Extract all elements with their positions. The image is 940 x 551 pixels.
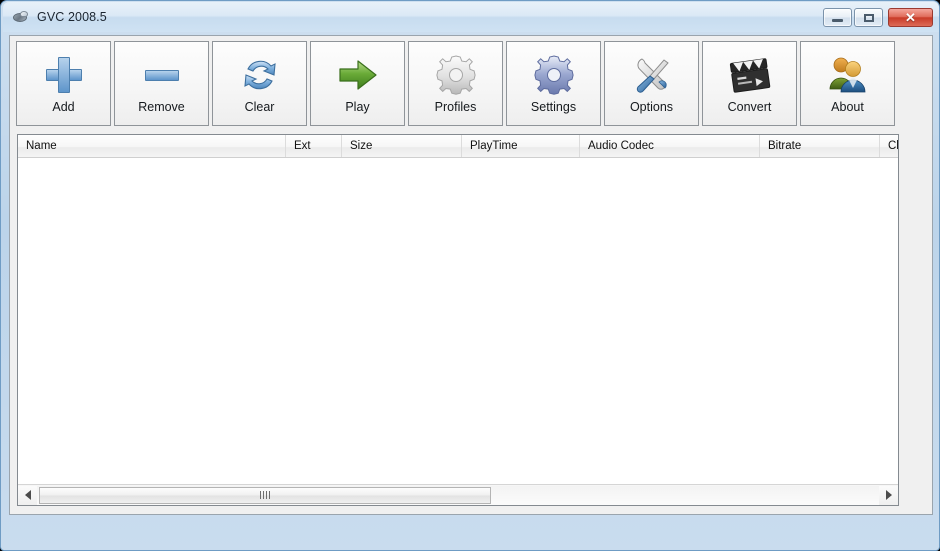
- play-button[interactable]: Play: [310, 41, 405, 126]
- scroll-left-button[interactable]: [18, 485, 37, 505]
- close-icon: ✕: [905, 10, 916, 25]
- options-button[interactable]: Options: [604, 41, 699, 126]
- add-button-label: Add: [52, 100, 75, 114]
- application-window: GVC 2008.5 ✕ Add Remove Clear Play Profi…: [0, 0, 940, 551]
- minimize-button[interactable]: [823, 8, 852, 27]
- remove-button[interactable]: Remove: [114, 41, 209, 126]
- wrench-screwdriver-icon: [629, 52, 675, 98]
- scroll-right-button[interactable]: [879, 485, 898, 505]
- list-header-row: Name Ext Size PlayTime Audio Codec Bitra…: [18, 135, 898, 158]
- play-button-label: Play: [345, 100, 370, 114]
- column-header-playtime[interactable]: PlayTime: [462, 135, 580, 157]
- scrollbar-track[interactable]: [37, 485, 879, 505]
- minimize-icon: [832, 18, 843, 22]
- about-button[interactable]: About: [800, 41, 895, 126]
- plus-icon: [41, 52, 87, 98]
- column-header-ext[interactable]: Ext: [286, 135, 342, 157]
- settings-button-label: Settings: [530, 100, 577, 114]
- clear-button[interactable]: Clear: [212, 41, 307, 126]
- triangle-left-icon: [24, 490, 31, 500]
- column-header-ch[interactable]: Ch: [880, 135, 898, 157]
- refresh-icon: [237, 52, 283, 98]
- close-button[interactable]: ✕: [888, 8, 933, 27]
- scrollbar-thumb[interactable]: [39, 486, 491, 504]
- list-body[interactable]: [18, 158, 898, 485]
- profiles-button[interactable]: Profiles: [408, 41, 503, 126]
- window-title: GVC 2008.5: [37, 10, 107, 24]
- add-button[interactable]: Add: [16, 41, 111, 126]
- profiles-button-label: Profiles: [434, 100, 477, 114]
- settings-button[interactable]: Settings: [506, 41, 601, 126]
- gear-gray-icon: [433, 52, 479, 98]
- about-button-label: About: [831, 100, 864, 114]
- client-area: Add Remove Clear Play Profiles Settings …: [9, 35, 933, 515]
- column-header-bitrate[interactable]: Bitrate: [760, 135, 880, 157]
- window-controls: ✕: [823, 8, 933, 27]
- clapperboard-icon: [727, 52, 773, 98]
- minus-icon: [139, 52, 185, 98]
- play-arrow-icon: [335, 52, 381, 98]
- toolbar: Add Remove Clear Play Profiles Settings …: [16, 41, 895, 126]
- horizontal-scrollbar[interactable]: [18, 484, 898, 505]
- camcorder-icon: [12, 9, 30, 25]
- convert-button-label: Convert: [727, 100, 772, 114]
- gear-blue-icon: [531, 52, 577, 98]
- column-header-audio-codec[interactable]: Audio Codec: [580, 135, 760, 157]
- maximize-icon: [863, 13, 874, 22]
- remove-button-label: Remove: [138, 100, 185, 114]
- clear-button-label: Clear: [244, 100, 275, 114]
- options-button-label: Options: [629, 100, 674, 114]
- column-header-name[interactable]: Name: [18, 135, 286, 157]
- maximize-button[interactable]: [854, 8, 883, 27]
- grip-icon: [260, 491, 270, 499]
- triangle-right-icon: [885, 490, 892, 500]
- column-header-size[interactable]: Size: [342, 135, 462, 157]
- convert-button[interactable]: Convert: [702, 41, 797, 126]
- people-icon: [825, 52, 871, 98]
- file-list-view[interactable]: Name Ext Size PlayTime Audio Codec Bitra…: [17, 134, 899, 506]
- window-bottom-strip: [9, 517, 933, 539]
- title-bar[interactable]: GVC 2008.5 ✕: [3, 2, 939, 32]
